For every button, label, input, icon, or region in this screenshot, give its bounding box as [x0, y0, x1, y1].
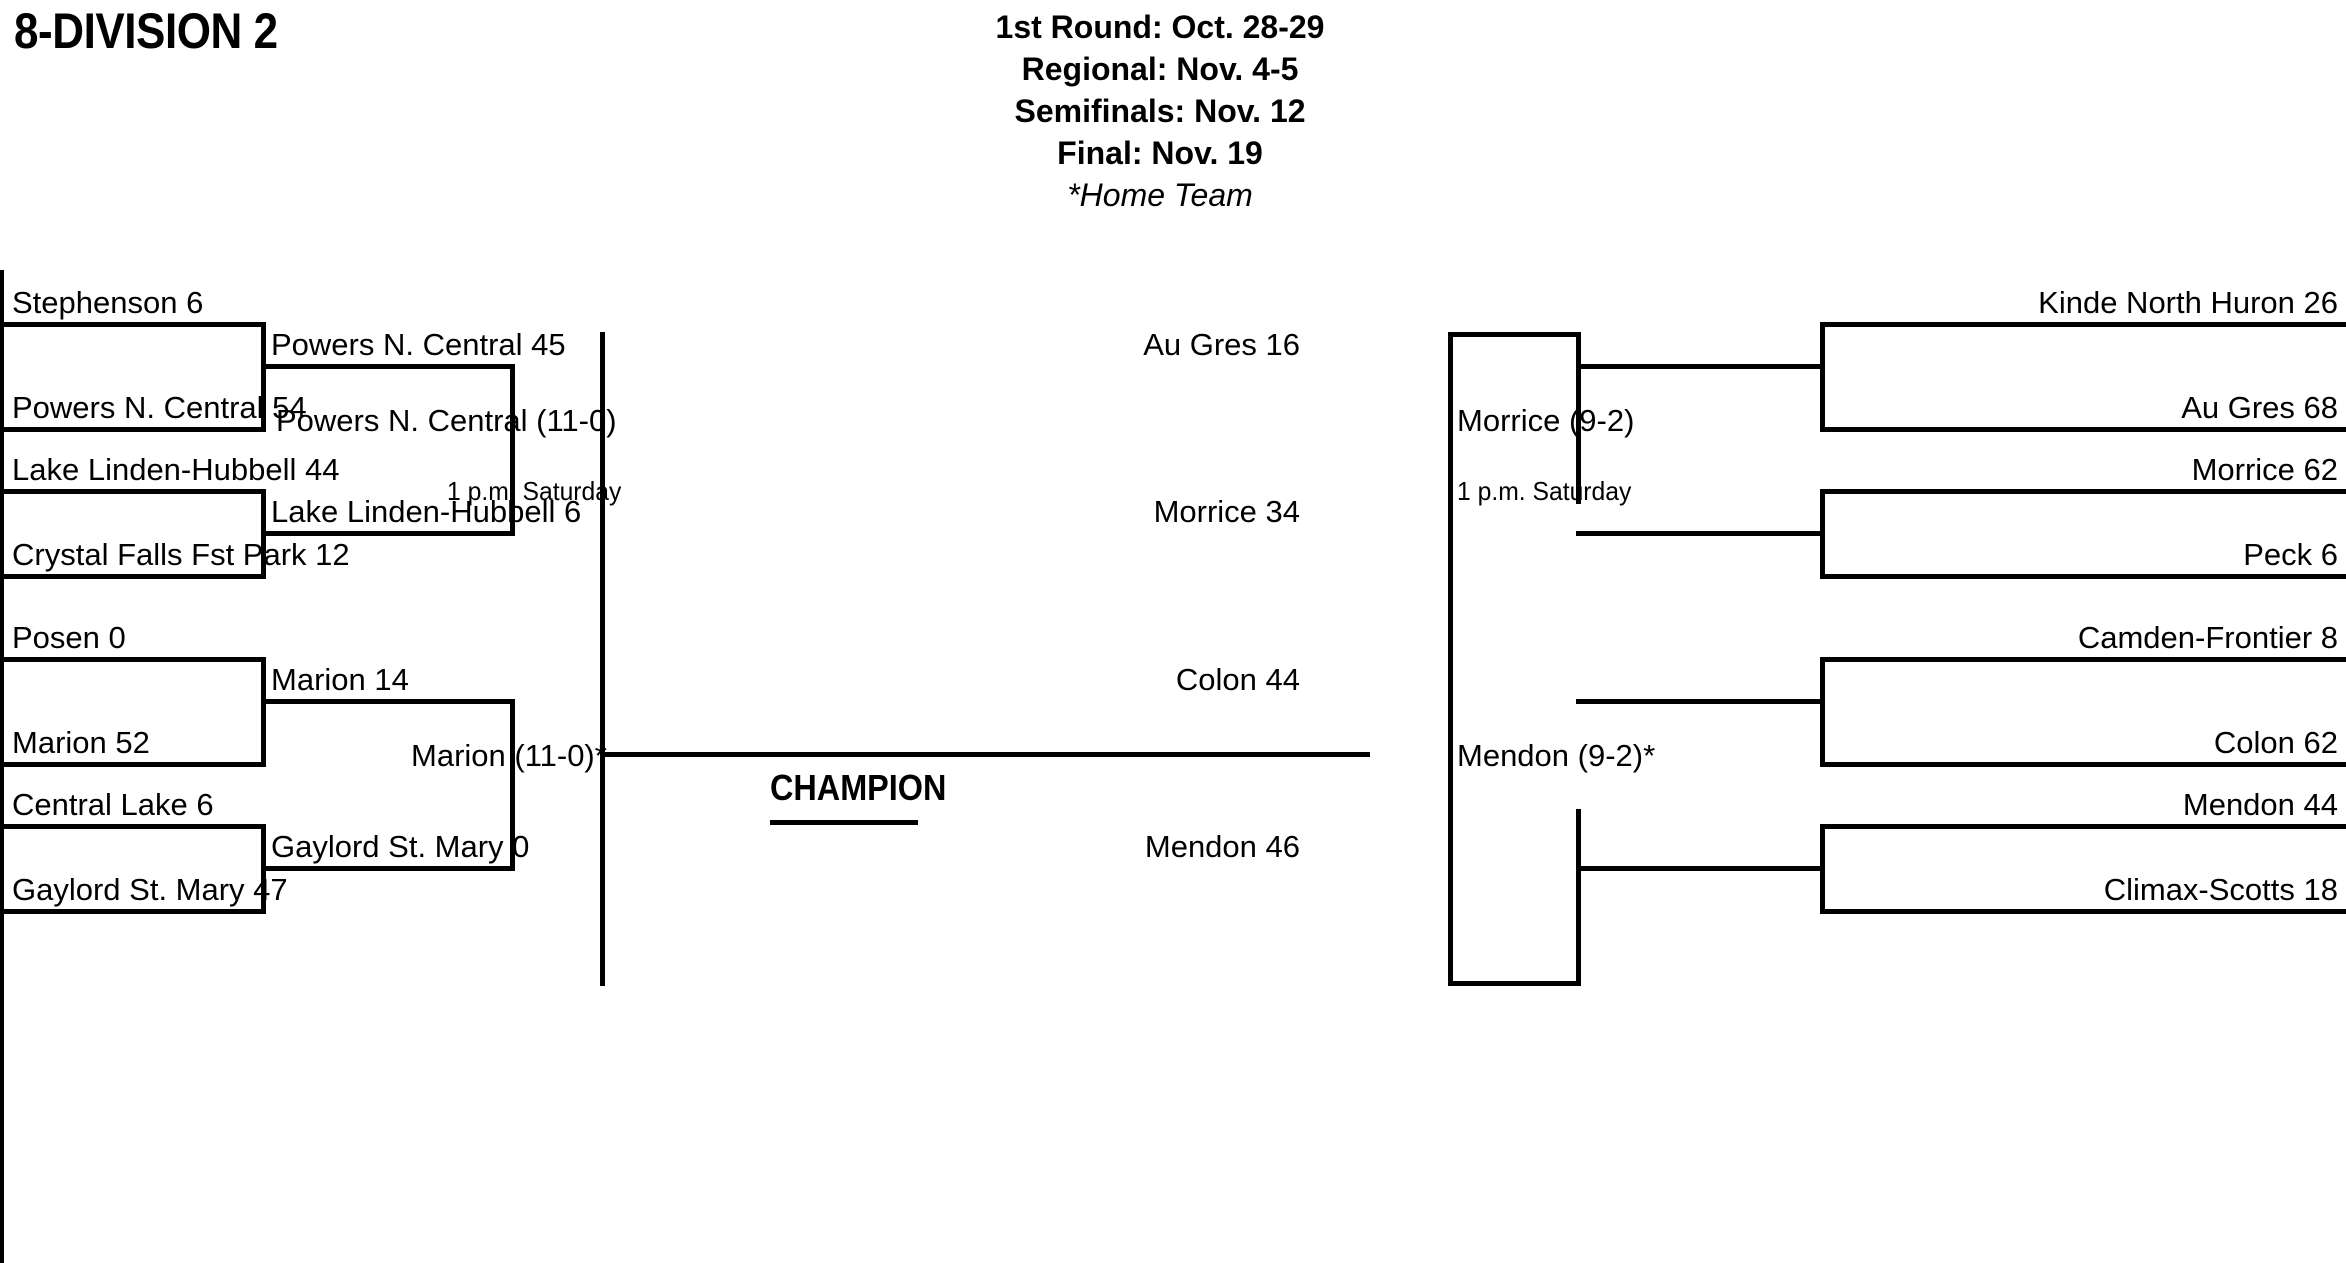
left-r1-m3-top-line — [0, 657, 266, 662]
left-r2-m2-connector — [510, 699, 515, 871]
right-r2-m4-team: Mendon 46 — [1144, 829, 1300, 864]
left-r1-m4-bottom-line — [0, 909, 266, 914]
left-r1-m1-top-line — [0, 322, 266, 327]
page-title: 8-DIVISION 2 — [14, 3, 278, 59]
right-r1-m2-connector — [1820, 489, 1825, 579]
schedule-line-2: Regional: Nov. 4-5 — [1021, 51, 1299, 87]
right-r1-m3-connector — [1820, 657, 1825, 767]
right-semifinal-connector — [1448, 332, 1453, 986]
right-r1-m4-connector — [1820, 824, 1825, 914]
right-r1-m2-top-line — [1820, 489, 2346, 494]
left-semifinal-1-team: Powers N. Central (11-0) — [276, 403, 617, 438]
right-r2-m4-line — [1576, 866, 1825, 871]
right-semifinal-1-team: Morrice (9-2) — [1457, 403, 1635, 438]
right-r1-m1-top-line — [1820, 322, 2346, 327]
schedule-header: 1st Round: Oct. 28-29 Regional: Nov. 4-5… — [860, 6, 1460, 216]
left-r2-m3-line — [266, 699, 515, 704]
right-semifinal-time: 1 p.m. Saturday — [1457, 476, 1632, 506]
left-semifinal-time: 1 p.m. Saturday — [447, 476, 622, 506]
left-r1-m2-bottom-team: Crystal Falls Fst Park 12 — [12, 537, 350, 572]
home-team-note: *Home Team — [1067, 177, 1253, 213]
right-r2-m1-line — [1576, 364, 1825, 369]
right-r1-m4-bottom-team: Climax-Scotts 18 — [2103, 872, 2338, 907]
left-r2-m1-line — [266, 364, 515, 369]
right-r1-m4-top-line — [1820, 824, 2346, 829]
right-r2-m2-line — [1576, 531, 1825, 536]
bracket-page: 8-DIVISION 2 1st Round: Oct. 28-29 Regio… — [0, 0, 2346, 1263]
right-r1-m1-bottom-line — [1820, 427, 2346, 432]
right-r1-m4-bottom-line — [1820, 909, 2346, 914]
left-r1-m2-bottom-line — [0, 574, 266, 579]
right-r2-m3-team: Colon 44 — [1175, 662, 1300, 697]
left-r1-m4-top-line — [0, 824, 266, 829]
left-r2-m1-team: Powers N. Central 45 — [271, 327, 566, 362]
right-r1-m4-top-team: Mendon 44 — [2182, 787, 2338, 822]
left-r1-m2-top-line — [0, 489, 266, 494]
champion-underline — [770, 820, 918, 825]
left-semifinal-connector — [600, 332, 605, 986]
left-r1-m2-top-team: Lake Linden-Hubbell 44 — [12, 452, 340, 487]
right-r2-m1-top-connector — [1448, 332, 1581, 337]
schedule-line-1: 1st Round: Oct. 28-29 — [995, 9, 1325, 45]
left-r1-m1-top-team: Stephenson 6 — [12, 285, 204, 320]
right-r2-m1-team: Au Gres 16 — [1143, 327, 1300, 362]
left-r1-m3-top-team: Posen 0 — [12, 620, 126, 655]
right-r1-m3-top-line — [1820, 657, 2346, 662]
left-r1-m3-bottom-line — [0, 762, 266, 767]
right-r1-m2-bottom-line — [1820, 574, 2346, 579]
right-r2-m1-connector — [1576, 332, 1581, 504]
right-r2-m2-team: Morrice 34 — [1153, 494, 1300, 529]
right-r1-m1-connector — [1820, 322, 1825, 432]
left-r1-m4-top-team: Central Lake 6 — [12, 787, 214, 822]
left-r2-m1-connector — [510, 364, 515, 536]
left-r2-m3-team: Marion 14 — [271, 662, 409, 697]
right-r1-m3-top-team: Camden-Frontier 8 — [2077, 620, 2338, 655]
left-r1-m1-connector — [261, 322, 266, 432]
right-r2-m3-line — [1576, 699, 1825, 704]
right-r1-m1-top-team: Kinde North Huron 26 — [2038, 285, 2338, 320]
schedule-line-3: Semifinals: Nov. 12 — [1014, 93, 1306, 129]
right-r1-m1-bottom-team: Au Gres 68 — [2181, 390, 2338, 425]
schedule-line-4: Final: Nov. 19 — [1057, 135, 1263, 171]
left-r1-m1-bottom-line — [0, 427, 266, 432]
championship-line — [600, 752, 1370, 757]
left-r1-m3-connector — [261, 657, 266, 767]
left-semifinal-2-team: Marion (11-0)* — [411, 738, 607, 773]
left-r1-m3-bottom-team: Marion 52 — [12, 725, 150, 760]
right-r1-m3-bottom-team: Colon 62 — [2213, 725, 2338, 760]
right-r1-m3-bottom-line — [1820, 762, 2346, 767]
left-r1-m4-bottom-team: Gaylord St. Mary 47 — [12, 872, 288, 907]
left-r2-m4-line — [266, 866, 515, 871]
right-r1-m2-top-team: Morrice 62 — [2191, 452, 2338, 487]
right-r1-m2-bottom-team: Peck 6 — [2243, 537, 2338, 572]
champion-label: CHAMPION — [770, 767, 947, 808]
right-r2-m2-bottom-connector — [1448, 981, 1581, 986]
left-r2-m2-line — [266, 531, 515, 536]
left-r2-m4-team: Gaylord St. Mary 0 — [271, 829, 530, 864]
right-semifinal-2-team: Mendon (9-2)* — [1457, 738, 1656, 773]
right-r2-m2-connector — [1576, 809, 1581, 986]
